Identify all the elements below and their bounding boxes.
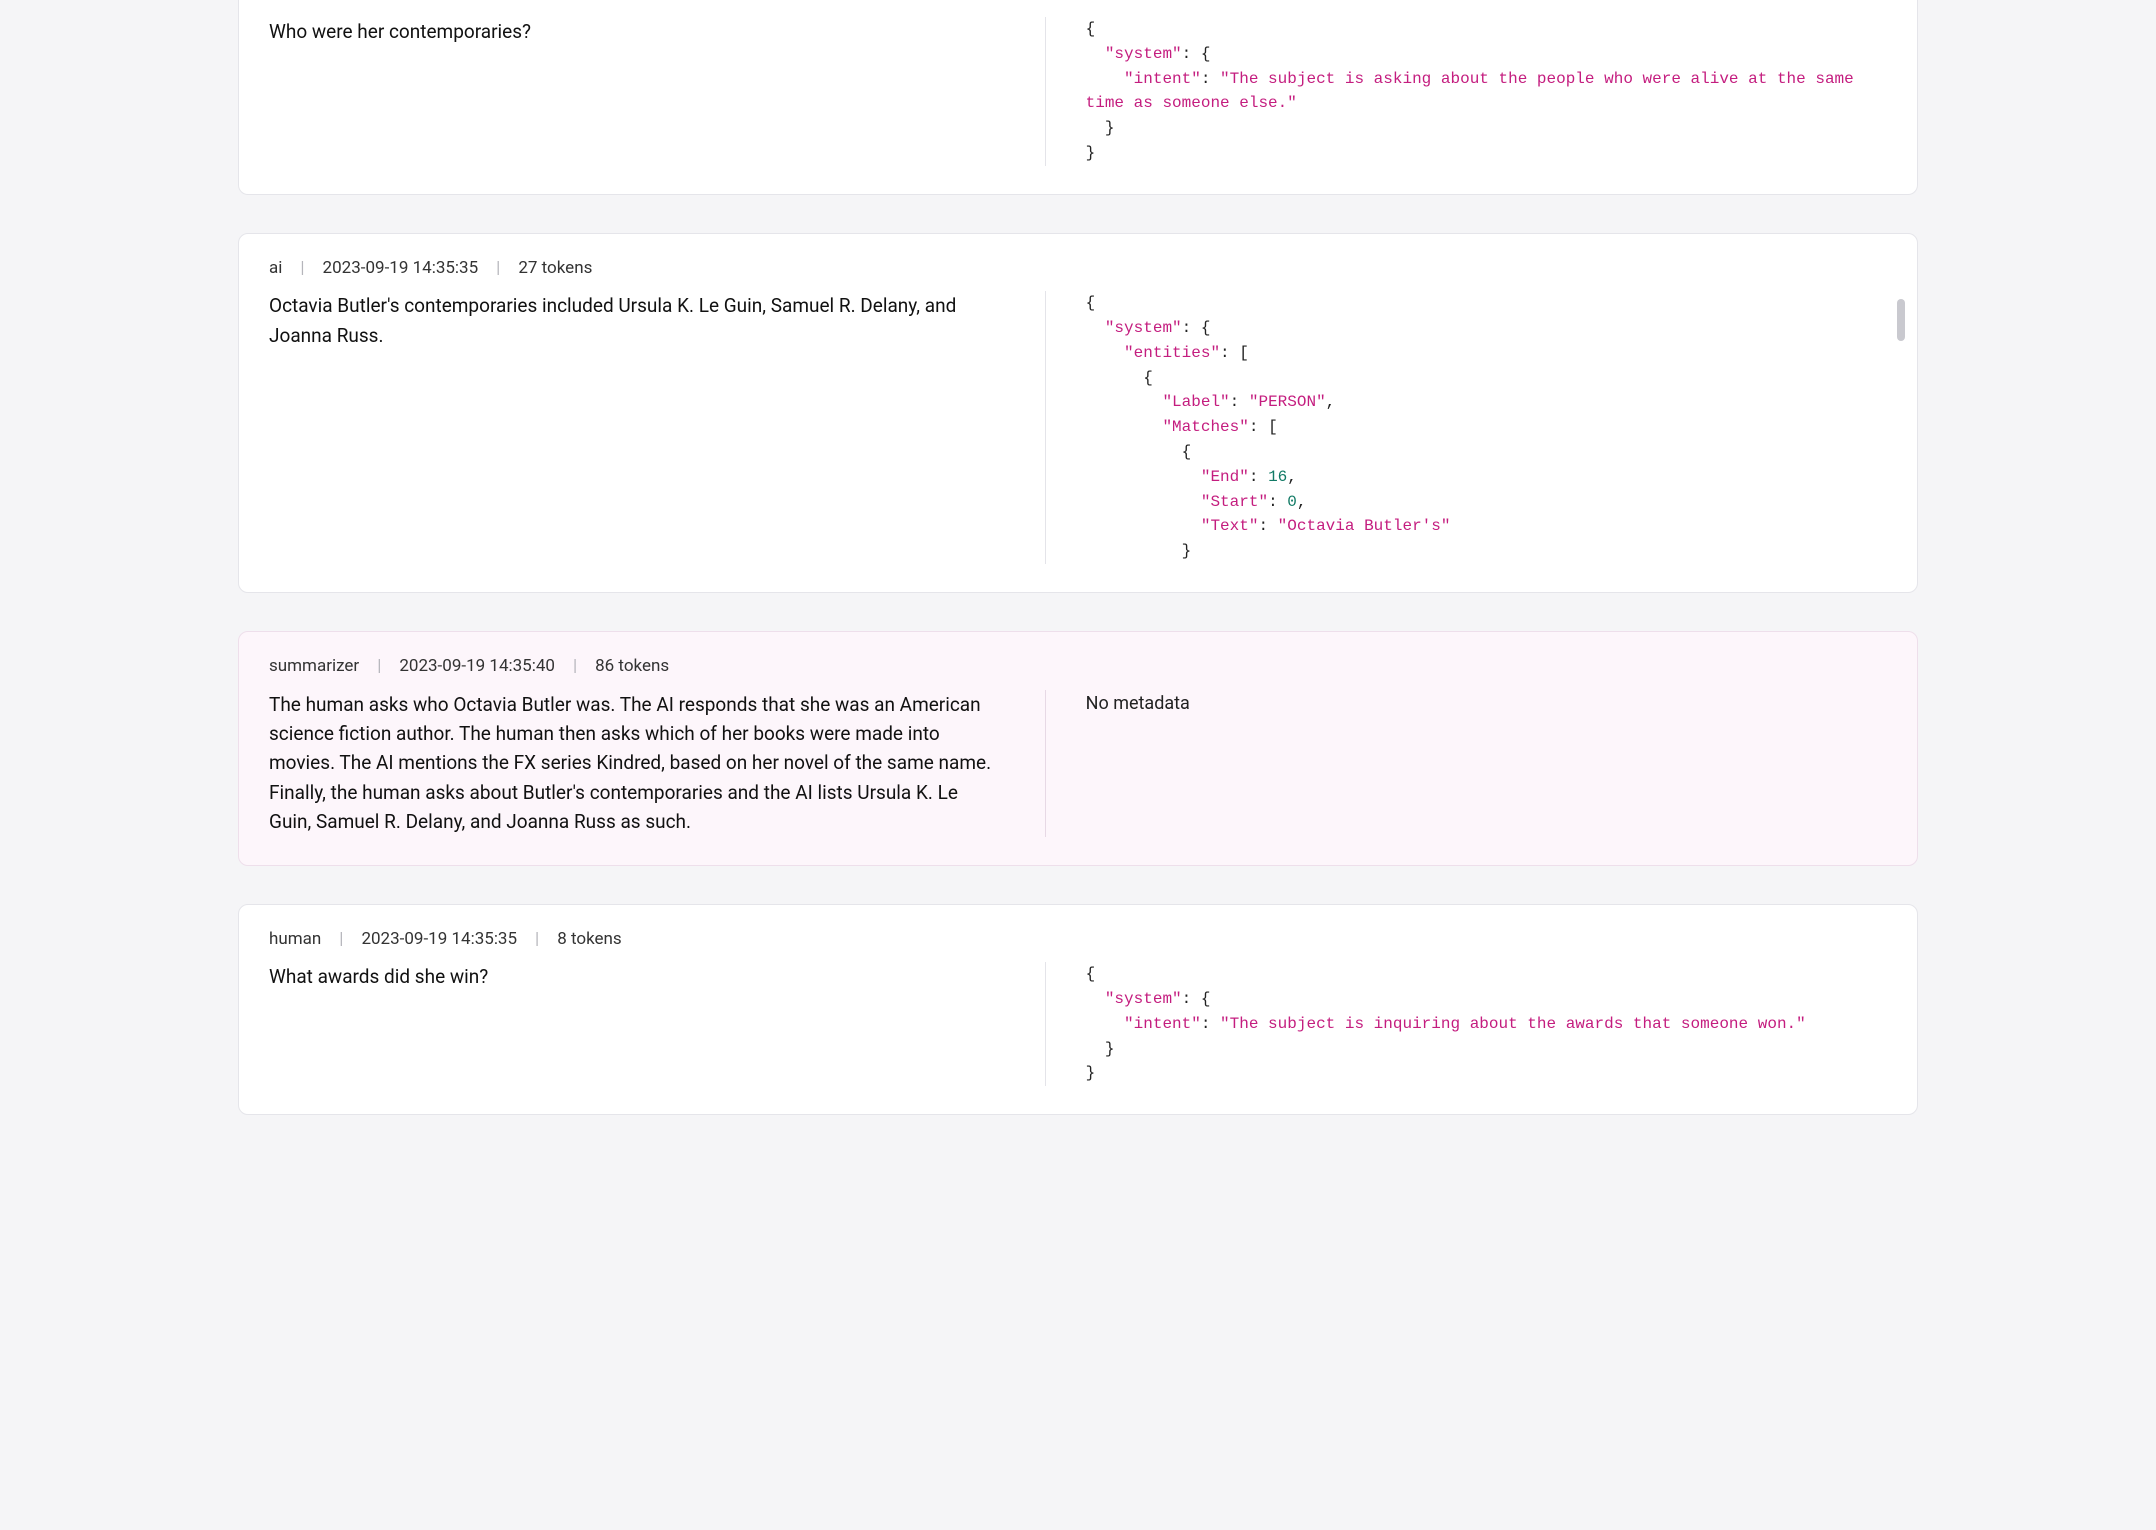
separator: | <box>573 654 577 680</box>
message-role: summarizer <box>269 654 359 680</box>
conversation-log: human Who were her contemporaries? { "syst… <box>118 0 2038 1193</box>
message-timestamp: 2023-09-19 14:35:35 <box>323 256 479 282</box>
message-token-count: 8 tokens <box>557 927 622 953</box>
message-text: What awards did she win? <box>269 962 1046 1086</box>
scrollbar-thumb[interactable] <box>1897 299 1905 341</box>
message-card-human: human | 2023-09-19 14:35:35 | 8 tokens What a… <box>238 904 1918 1115</box>
message-token-count: 86 tokens <box>595 654 669 680</box>
json-metadata[interactable]: { "system": { "intent": "The subject is … <box>1086 962 1887 1086</box>
message-body: Who were her contemporaries? { "system": … <box>239 0 1917 194</box>
message-token-count: 27 tokens <box>518 256 592 282</box>
message-timestamp: 2023-09-19 14:35:40 <box>399 654 555 680</box>
message-metadata: { "system": { "intent": "The subject is … <box>1046 962 1887 1086</box>
message-timestamp: 2023-09-19 14:35:35 <box>361 927 517 953</box>
message-card-human: humanWho were her contemporaries?{ "syst… <box>238 0 1918 195</box>
message-metadata: No metadata <box>1046 690 1887 837</box>
json-metadata[interactable]: { "system": { "intent": "The subject is … <box>1086 17 1887 166</box>
message-metadata: { "system": { "intent": "The subject is … <box>1046 17 1887 166</box>
separator: | <box>300 256 304 282</box>
no-metadata-label: No metadata <box>1086 690 1887 717</box>
message-card-ai: ai | 2023-09-19 14:35:35 | 27 tokens Octavia … <box>238 233 1918 593</box>
message-metadata: { "system": { "entities": [ { "Label": "… <box>1046 291 1887 564</box>
message-card-summarizer: summarizer | 2023-09-19 14:35:40 | 86 tokens… <box>238 631 1918 866</box>
message-header: human | 2023-09-19 14:35:35 | 8 tokens <box>239 905 1917 963</box>
message-body: The human asks who Octavia Butler was. T… <box>239 690 1917 865</box>
json-metadata[interactable]: { "system": { "entities": [ { "Label": "… <box>1086 291 1887 564</box>
message-role: ai <box>269 256 282 282</box>
separator: | <box>535 927 539 953</box>
message-body: Octavia Butler's contemporaries included… <box>239 291 1917 592</box>
separator: | <box>377 654 381 680</box>
message-role: human <box>269 927 321 953</box>
message-body: What awards did she win? { "system": { "i… <box>239 962 1917 1114</box>
message-text: Who were her contemporaries? <box>269 17 1046 166</box>
separator: | <box>496 256 500 282</box>
message-text: The human asks who Octavia Butler was. T… <box>269 690 1046 837</box>
message-text: Octavia Butler's contemporaries included… <box>269 291 1046 564</box>
message-header: ai | 2023-09-19 14:35:35 | 27 tokens <box>239 234 1917 292</box>
separator: | <box>339 927 343 953</box>
message-header: summarizer | 2023-09-19 14:35:40 | 86 tokens <box>239 632 1917 690</box>
